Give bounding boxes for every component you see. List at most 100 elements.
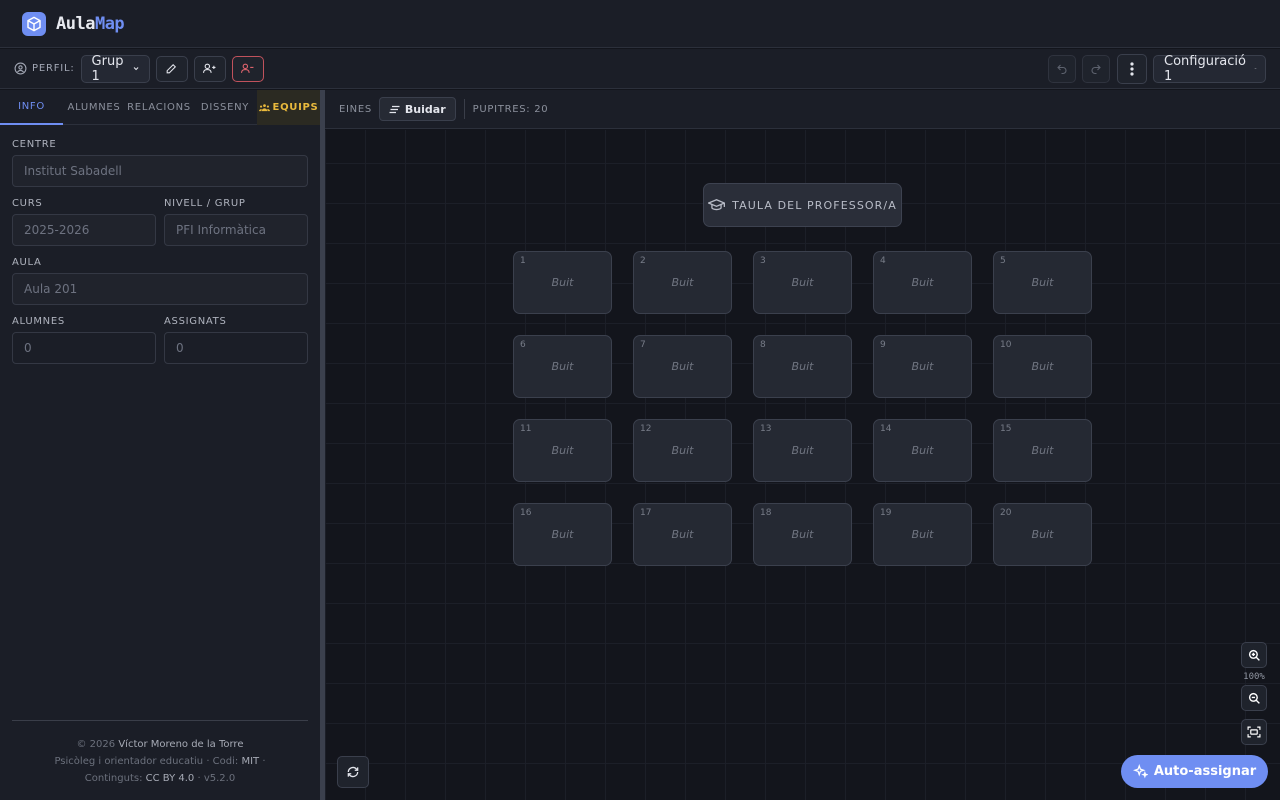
student-desk[interactable]: 19 Buit: [873, 503, 972, 566]
student-desk[interactable]: 15 Buit: [993, 419, 1092, 482]
student-desk[interactable]: 1 Buit: [513, 251, 612, 314]
tools-label: EINES: [339, 103, 372, 115]
student-desk[interactable]: 4 Buit: [873, 251, 972, 314]
student-desk[interactable]: 17 Buit: [633, 503, 732, 566]
student-desk[interactable]: 7 Buit: [633, 335, 732, 398]
student-desk[interactable]: 12 Buit: [633, 419, 732, 482]
logo-cube-icon: [22, 11, 46, 36]
desk-number: 3: [760, 256, 766, 266]
classroom-canvas[interactable]: TAULA DEL PROFESSOR/A 1 Buit 2 Buit 3 Buit 4 Bu…: [325, 130, 1280, 800]
desk-number: 9: [880, 340, 886, 350]
zoom-out-button[interactable]: [1241, 685, 1267, 711]
student-desk[interactable]: 3 Buit: [753, 251, 852, 314]
student-desk[interactable]: 11 Buit: [513, 419, 612, 482]
curs-input[interactable]: 2025-2026: [12, 214, 156, 246]
redo-button[interactable]: [1082, 54, 1110, 83]
user-circle-icon: [14, 62, 27, 75]
student-desk[interactable]: 9 Buit: [873, 335, 972, 398]
student-desk[interactable]: 10 Buit: [993, 335, 1092, 398]
desk-status: Buit: [791, 528, 814, 541]
student-desk[interactable]: 6 Buit: [513, 335, 612, 398]
nivell-grup-label: NIVELL / GRUP: [164, 198, 246, 209]
desk-status: Buit: [671, 444, 694, 457]
desk-status: Buit: [671, 276, 694, 289]
user-plus-icon: [203, 63, 216, 73]
desk-status: Buit: [1031, 528, 1054, 541]
rotate-icon: [347, 766, 359, 778]
desk-number: 17: [640, 508, 652, 518]
zoom-level: 100%: [1243, 672, 1265, 682]
license-content-link[interactable]: CC BY 4.0: [146, 773, 195, 784]
desk-status: Buit: [551, 528, 574, 541]
student-desk[interactable]: 2 Buit: [633, 251, 732, 314]
desks-count: PUPITRES: 20: [472, 103, 549, 115]
fit-screen-icon: [1247, 726, 1261, 738]
configuration-select[interactable]: Configuració 1: [1153, 54, 1266, 84]
auto-assign-button[interactable]: Auto-assignar: [1121, 755, 1268, 788]
desk-number: 8: [760, 340, 766, 350]
desk-status: Buit: [671, 360, 694, 373]
desk-number: 13: [760, 424, 772, 434]
tab-alumnes[interactable]: ALUMNES: [63, 90, 125, 125]
nivell-grup-input[interactable]: PFI Informàtica: [164, 214, 308, 246]
profile-toolbar: PERFIL: Grup 1 Configuració 1: [0, 49, 1280, 89]
team-icon: [258, 104, 270, 112]
tab-disseny[interactable]: DISSENY: [193, 90, 257, 125]
tab-relacions[interactable]: RELACIONS: [125, 90, 193, 125]
desk-status: Buit: [911, 444, 934, 457]
aula-input[interactable]: Aula 201: [12, 273, 308, 305]
student-desk[interactable]: 5 Buit: [993, 251, 1092, 314]
teacher-desk[interactable]: TAULA DEL PROFESSOR/A: [703, 183, 902, 227]
group-select[interactable]: Grup 1: [80, 54, 150, 84]
student-desk[interactable]: 14 Buit: [873, 419, 972, 482]
author-link[interactable]: Víctor Moreno de la Torre: [118, 739, 243, 750]
desk-number: 20: [1000, 508, 1012, 518]
student-desk[interactable]: 20 Buit: [993, 503, 1092, 566]
student-desk[interactable]: 16 Buit: [513, 503, 612, 566]
student-desk[interactable]: 18 Buit: [753, 503, 852, 566]
desk-status: Buit: [671, 528, 694, 541]
tab-info[interactable]: INFO: [0, 90, 63, 125]
divider: [463, 99, 465, 119]
desk-number: 4: [880, 256, 886, 266]
sidebar-footer: © 2026 Víctor Moreno de la Torre Psicòle…: [12, 720, 308, 787]
clear-lines-icon: [389, 105, 400, 113]
undo-button[interactable]: [1048, 54, 1076, 83]
desk-number: 7: [640, 340, 646, 350]
sidebar-tabs: INFO ALUMNES RELACIONS DISSENY EQUIPS: [0, 90, 320, 125]
desk-status: Buit: [551, 276, 574, 289]
fit-view-button[interactable]: [1241, 719, 1267, 745]
desk-status: Buit: [911, 360, 934, 373]
curs-label: CURS: [12, 198, 43, 209]
rotate-view-button[interactable]: [337, 756, 369, 788]
alumnes-label: ALUMNES: [12, 316, 65, 327]
desk-number: 1: [520, 256, 526, 266]
zoom-in-button[interactable]: [1241, 642, 1267, 668]
desk-number: 11: [520, 424, 532, 434]
profile-label: PERFIL:: [14, 62, 75, 75]
app-header: AulaMap: [0, 0, 1280, 48]
license-code-link[interactable]: MIT: [241, 756, 259, 767]
chevron-down-icon: [1254, 67, 1257, 70]
aula-label: AULA: [12, 257, 42, 268]
centre-input[interactable]: Institut Sabadell: [12, 155, 308, 187]
add-profile-button[interactable]: [193, 55, 226, 82]
assignats-count: 0: [164, 332, 308, 364]
clear-button[interactable]: Buidar: [378, 97, 456, 121]
zoom-out-icon: [1248, 692, 1260, 704]
edit-profile-button[interactable]: [155, 55, 188, 82]
desk-status: Buit: [911, 528, 934, 541]
desk-status: Buit: [1031, 360, 1054, 373]
more-options-button[interactable]: [1117, 53, 1147, 84]
student-desk[interactable]: 8 Buit: [753, 335, 852, 398]
delete-profile-button[interactable]: [231, 55, 264, 82]
alumnes-count: 0: [12, 332, 156, 364]
student-desk[interactable]: 13 Buit: [753, 419, 852, 482]
sidebar: INFO ALUMNES RELACIONS DISSENY EQUIPS CE…: [0, 90, 320, 800]
tab-equips[interactable]: EQUIPS: [257, 90, 320, 125]
desk-status: Buit: [1031, 444, 1054, 457]
desk-status: Buit: [1031, 276, 1054, 289]
desk-number: 16: [520, 508, 532, 518]
desk-number: 5: [1000, 256, 1006, 266]
redo-icon: [1091, 64, 1101, 74]
